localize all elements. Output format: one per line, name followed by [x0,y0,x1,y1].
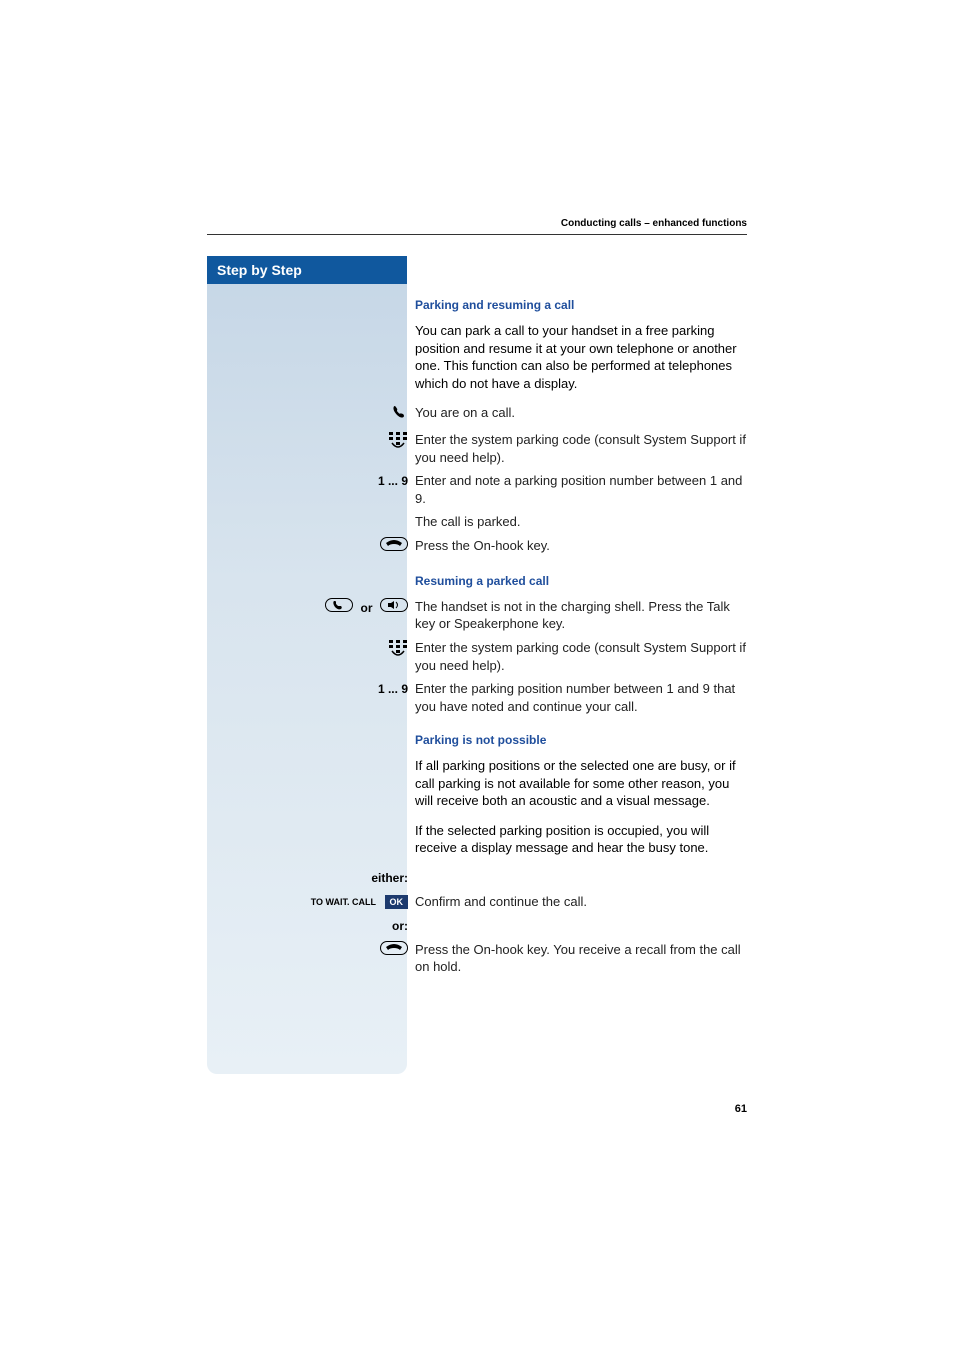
step-parking-number: 1 ... 9 Enter and note a parking positio… [415,472,750,507]
text-parking-number: Enter and note a parking position number… [415,472,748,507]
either-label: either: [371,871,408,885]
keypad-icon [388,431,408,458]
para-parking-intro: You can park a call to your handset in a… [415,322,750,392]
text-parking-code-1: Enter the system parking code (consult S… [415,431,748,466]
or-word: or [361,601,373,615]
header-rule [207,234,747,235]
text-on-call: You are on a call. [415,404,748,422]
onhook-key-icon [380,537,408,556]
row-or: or: [415,917,750,935]
step-onhook-1: Press the On-hook key. [415,537,750,556]
row-onhook-2: Press the On-hook key. You receive a rec… [415,941,750,976]
text-resume-talkkey: The handset is not in the charging shell… [415,598,748,633]
talk-key-icon [325,598,353,617]
heading-notpossible: Parking is not possible [415,733,750,747]
sidebar-title: Step by Step [207,256,407,284]
heading-resuming: Resuming a parked call [415,574,750,588]
heading-parking: Parking and resuming a call [415,298,750,312]
step-resume-number: 1 ... 9 Enter the parking position numbe… [415,680,750,715]
text-onhook-1: Press the On-hook key. [415,537,748,555]
speaker-key-icon [380,598,408,617]
row-either: either: [415,869,750,887]
handset-icon [390,404,408,425]
row-wait-call: TO WAIT. CALL OK Confirm and continue th… [415,893,750,911]
text-call-parked: The call is parked. [415,513,748,531]
header-section: Conducting calls – enhanced functions [561,218,747,229]
step-on-call: You are on a call. [415,404,750,425]
step-parking-code-1: Enter the system parking code (consult S… [415,431,750,466]
keypad-icon-2 [388,639,408,666]
text-wait-call: Confirm and continue the call. [415,893,748,911]
step-call-parked: The call is parked. [415,513,750,531]
label-1-9-a: 1 ... 9 [378,474,408,488]
or-label: or: [392,919,408,933]
onhook-key-icon-2 [380,941,408,960]
text-resume-number: Enter the parking position number betwee… [415,680,748,715]
page-number: 61 [735,1103,747,1115]
text-onhook-2: Press the On-hook key. You receive a rec… [415,941,748,976]
para-notpossible-1: If all parking positions or the selected… [415,757,750,810]
para-notpossible-2: If the selected parking position is occu… [415,822,750,857]
page: Conducting calls – enhanced functions St… [0,0,954,1350]
content: Parking and resuming a call You can park… [415,256,750,982]
step-parking-code-2: Enter the system parking code (consult S… [415,639,750,674]
text-parking-code-2: Enter the system parking code (consult S… [415,639,748,674]
label-1-9-b: 1 ... 9 [378,682,408,696]
ok-badge: OK [385,895,409,909]
wait-call-label: TO WAIT. CALL [311,897,376,907]
step-resume-talkkey: or The handset is not in the charging sh… [415,598,750,633]
